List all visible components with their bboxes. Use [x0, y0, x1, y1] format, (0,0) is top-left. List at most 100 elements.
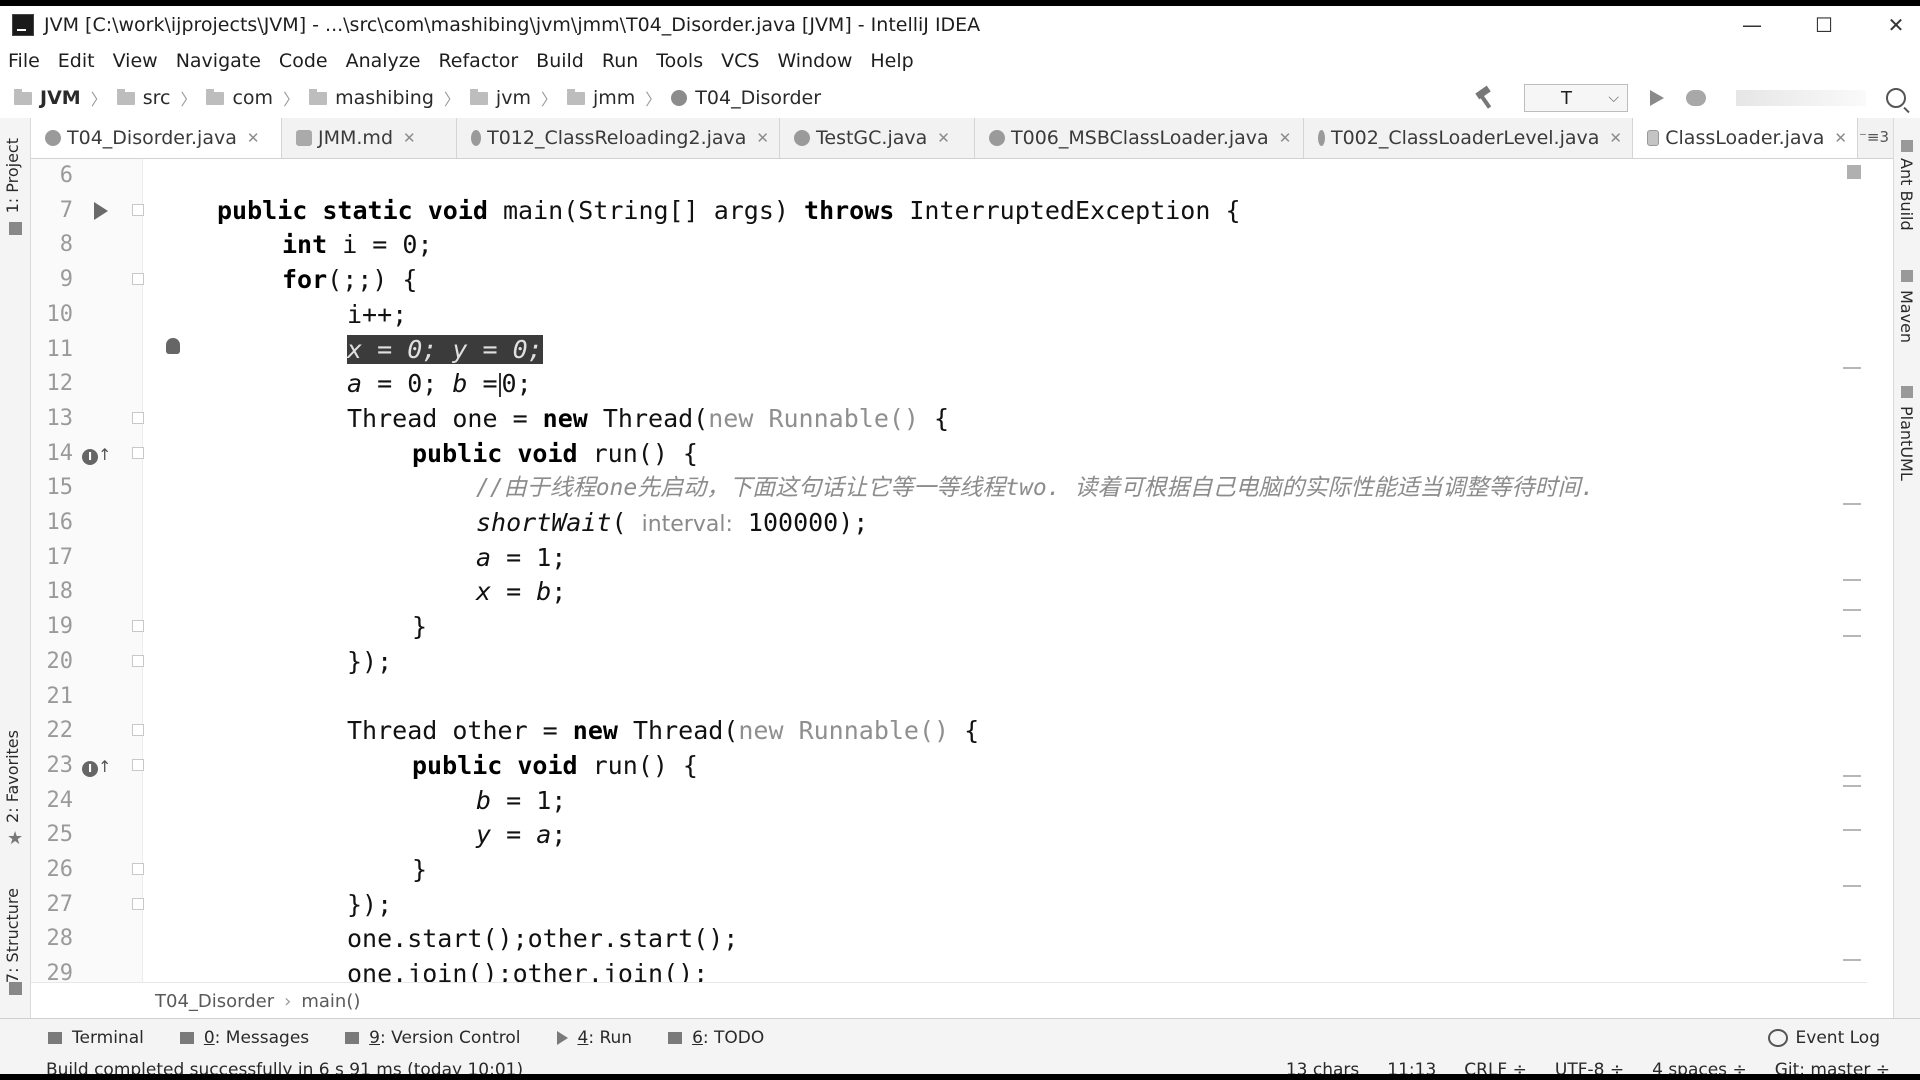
caret-position[interactable]: 11:13	[1387, 1056, 1436, 1074]
nav-crumb-com[interactable]: com	[206, 87, 273, 109]
code-line: 14 I ↑ public void run() {	[31, 437, 1867, 472]
fold-marker-icon[interactable]	[132, 654, 144, 667]
scroll-marker	[1843, 579, 1861, 581]
code-line: 29 one.join();other.join();	[31, 957, 1867, 982]
tab-classloader[interactable]: ClassLoader.java ✕	[1633, 118, 1858, 158]
plantuml-tool-button[interactable]: PlantUML	[1897, 406, 1916, 481]
fold-marker-icon[interactable]	[132, 446, 144, 459]
lightbulb-icon[interactable]	[166, 337, 180, 354]
debug-bug-icon[interactable]	[1686, 90, 1706, 106]
close-icon[interactable]: ✕	[937, 129, 950, 147]
tab-t006-msbclassloader[interactable]: T006_MSBClassLoader.java ✕	[975, 118, 1304, 158]
indent-widget[interactable]: 4 spaces ÷	[1652, 1056, 1747, 1074]
nav-crumb-jvm[interactable]: jvm	[469, 87, 531, 109]
menu-bar: File Edit View Navigate Code Analyze Ref…	[0, 44, 1920, 78]
tab-t002-classloaderlevel[interactable]: T002_ClassLoaderLevel.java ✕	[1304, 118, 1633, 158]
menu-edit[interactable]: Edit	[50, 50, 105, 72]
nav-crumb-jmm[interactable]: jmm	[566, 87, 635, 109]
event-log-label: Event Log	[1795, 1028, 1880, 1048]
run-gutter-icon[interactable]	[94, 201, 108, 220]
run-tool-button[interactable]: 4: Run	[556, 1028, 632, 1048]
todo-tool-button[interactable]: 6: TODO	[668, 1028, 764, 1048]
run-play-icon[interactable]	[1650, 90, 1664, 106]
fold-marker-icon[interactable]	[132, 203, 144, 216]
nav-crumb-project[interactable]: JVM	[14, 87, 81, 109]
chevron-right-icon: ›	[284, 990, 292, 1012]
menu-navigate[interactable]: Navigate	[168, 50, 271, 72]
tool-window-label: Terminal	[72, 1028, 144, 1048]
maximize-button[interactable]: ☐	[1788, 6, 1860, 44]
code-text: {	[918, 403, 950, 433]
search-icon[interactable]	[1886, 88, 1906, 108]
menu-build[interactable]: Build	[528, 50, 594, 72]
close-icon[interactable]: ✕	[1609, 129, 1622, 147]
close-icon[interactable]: ✕	[247, 129, 260, 147]
editor-crumb-class[interactable]: T04_Disorder	[155, 991, 274, 1012]
tab-label: T006_MSBClassLoader.java	[1011, 127, 1269, 149]
tool-window-shortcut: 0	[203, 1028, 215, 1048]
line-number: 15	[46, 475, 74, 501]
nav-crumb-src[interactable]: src	[116, 87, 170, 109]
tab-overflow-menu[interactable]: ⁻≡3	[1859, 128, 1889, 146]
tab-t012-classreloading2[interactable]: T012_ClassReloading2.java ✕	[457, 118, 780, 158]
menu-window[interactable]: Window	[769, 50, 862, 72]
structure-tool-button[interactable]: 7: Structure	[3, 888, 22, 983]
fold-marker-icon[interactable]	[132, 863, 144, 875]
build-hammer-icon[interactable]	[1474, 86, 1498, 110]
line-number: 11	[46, 336, 74, 362]
close-button[interactable]: ✕	[1860, 6, 1920, 44]
override-method-icon[interactable]: I ↑	[82, 445, 111, 465]
menu-view[interactable]: View	[105, 50, 168, 72]
favorites-tool-button[interactable]: 2: Favorites	[3, 730, 22, 823]
inspection-status-icon[interactable]	[1847, 165, 1861, 179]
tab-jmm-md[interactable]: JMM.md ✕	[282, 118, 457, 158]
close-icon[interactable]: ✕	[403, 129, 416, 147]
close-icon[interactable]: ✕	[756, 129, 769, 147]
encoding-widget[interactable]: UTF-8 ÷	[1555, 1056, 1624, 1074]
menu-analyze[interactable]: Analyze	[338, 50, 431, 72]
nav-crumb-class[interactable]: T04_Disorder	[671, 87, 821, 109]
fold-marker-icon[interactable]	[132, 758, 144, 771]
close-icon[interactable]: ✕	[1834, 129, 1847, 147]
code-method-call: shortWait	[476, 508, 612, 537]
menu-file[interactable]: File	[0, 50, 50, 72]
close-icon[interactable]: ✕	[1279, 129, 1292, 147]
minimize-button[interactable]: —	[1716, 6, 1788, 44]
menu-refactor[interactable]: Refactor	[430, 50, 528, 72]
editor-crumb-method[interactable]: main()	[301, 991, 360, 1012]
terminal-tool-button[interactable]: Terminal	[48, 1028, 144, 1048]
maven-tool-button[interactable]: Maven	[1897, 290, 1916, 343]
scroll-marker	[1843, 503, 1861, 505]
tab-t04-disorder[interactable]: T04_Disorder.java ✕	[31, 118, 282, 158]
nav-crumb-mashibing[interactable]: mashibing	[309, 87, 434, 109]
fold-marker-icon[interactable]	[132, 620, 144, 633]
java-class-icon	[471, 130, 482, 146]
editor-scroll-markers[interactable]	[1843, 159, 1863, 982]
scroll-marker	[1843, 609, 1861, 611]
version-control-tool-button[interactable]: 9: Version Control	[345, 1028, 521, 1048]
event-log-button[interactable]: Event Log	[1767, 1019, 1880, 1057]
messages-tool-button[interactable]: 0: Messages	[179, 1028, 309, 1048]
status-message[interactable]: Build completed successfully in 6 s 91 m…	[46, 1056, 523, 1074]
line-number: 24	[46, 787, 74, 813]
project-tool-button[interactable]: 1: Project	[3, 138, 22, 213]
menu-tools[interactable]: Tools	[648, 50, 713, 72]
git-branch-widget[interactable]: Git: master ÷	[1775, 1056, 1890, 1074]
run-configuration-select[interactable]: T ⌵	[1524, 84, 1628, 112]
tab-testgc[interactable]: TestGC.java ✕	[780, 118, 975, 158]
menu-code[interactable]: Code	[271, 50, 338, 72]
tab-label: JMM.md	[318, 127, 393, 149]
code-line: 24 b = 1;	[31, 784, 1867, 819]
override-method-icon[interactable]: I ↑	[82, 757, 111, 777]
fold-marker-icon[interactable]	[132, 273, 144, 286]
menu-vcs[interactable]: VCS	[713, 50, 769, 72]
fold-marker-icon[interactable]	[132, 724, 144, 737]
menu-run[interactable]: Run	[594, 50, 648, 72]
line-separator-widget[interactable]: CRLF ÷	[1464, 1056, 1527, 1074]
code-field: y	[476, 820, 492, 850]
menu-help[interactable]: Help	[862, 50, 923, 72]
code-editor[interactable]: 6 7 public static void main(String[] arg…	[31, 159, 1867, 982]
fold-marker-icon[interactable]	[132, 897, 144, 910]
fold-marker-icon[interactable]	[132, 411, 144, 424]
ant-build-tool-button[interactable]: Ant Build	[1897, 158, 1916, 231]
